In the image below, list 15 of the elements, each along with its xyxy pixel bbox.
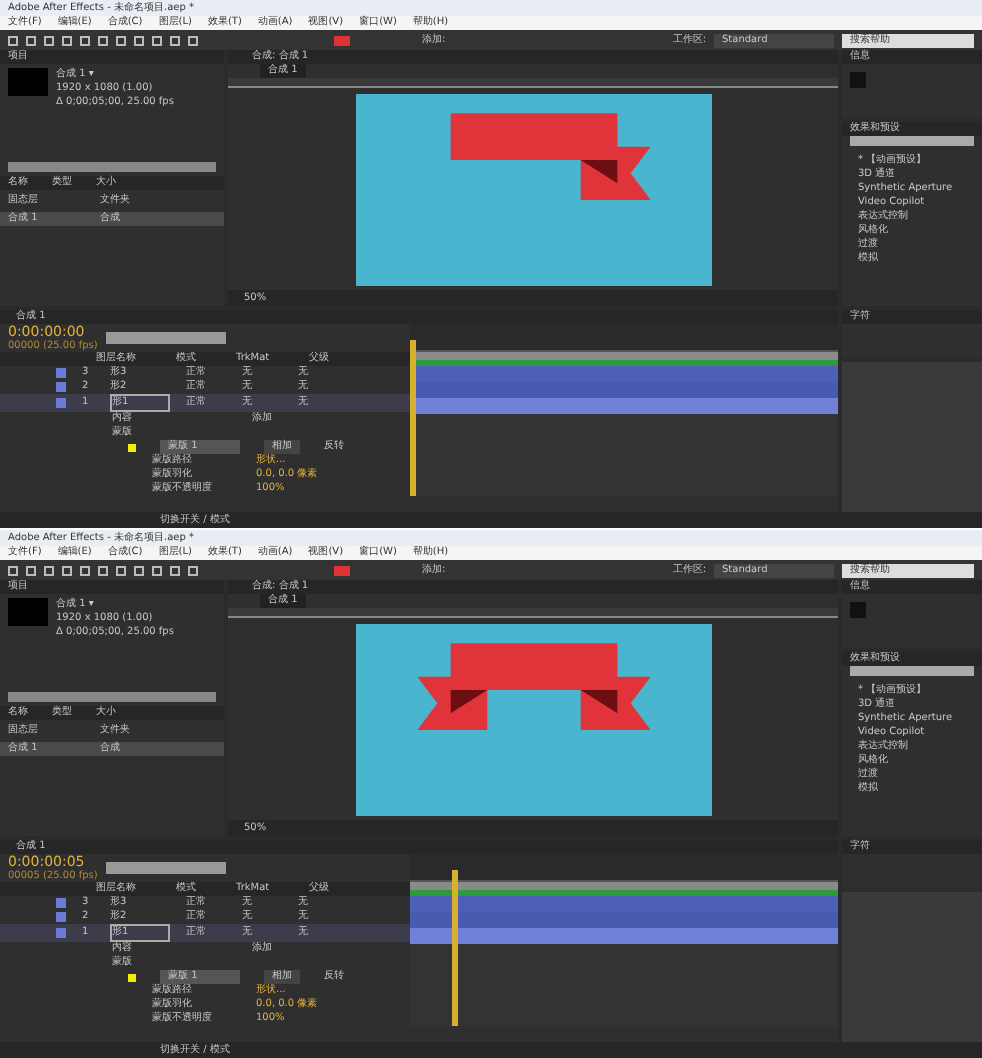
- color-swatch: [850, 602, 866, 618]
- search-field[interactable]: [105, 332, 226, 344]
- thumbnail: [8, 598, 48, 626]
- mask-color-icon: [128, 443, 136, 451]
- thumbnail: [8, 68, 48, 96]
- color-swatch-icon[interactable]: [334, 565, 350, 575]
- search-field[interactable]: [105, 862, 226, 874]
- search-field[interactable]: [8, 692, 216, 702]
- search-field[interactable]: [8, 162, 216, 172]
- playhead[interactable]: [452, 870, 459, 1026]
- mask-color-icon: [128, 973, 136, 981]
- search-field[interactable]: [850, 136, 974, 146]
- color-swatch-icon[interactable]: [334, 35, 350, 45]
- color-swatch: [850, 72, 866, 88]
- search-field[interactable]: [850, 666, 974, 676]
